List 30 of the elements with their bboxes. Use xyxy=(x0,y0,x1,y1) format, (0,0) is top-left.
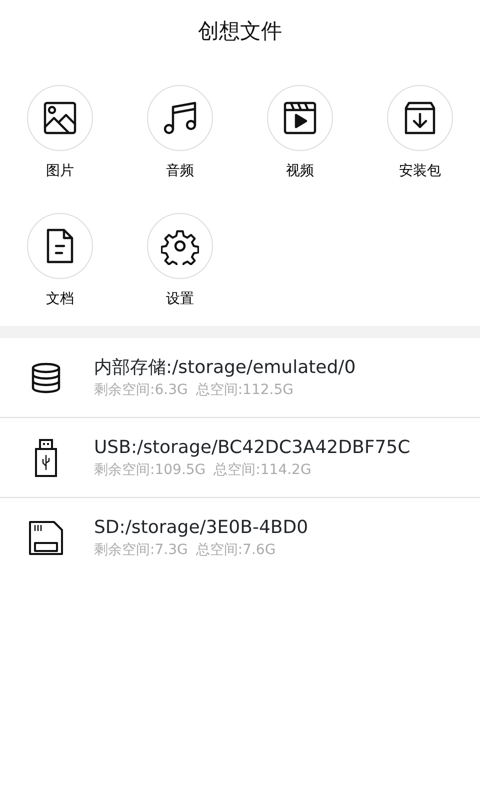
category-label[interactable]: 音频 xyxy=(166,162,194,180)
free-space: 剩余空间:7.3G xyxy=(94,541,188,559)
document-icon xyxy=(45,228,75,264)
total-space: 总空间:114.2G xyxy=(214,460,312,478)
document-button[interactable] xyxy=(27,212,93,278)
package-button[interactable] xyxy=(387,85,453,151)
image-icon xyxy=(43,101,77,135)
total-space: 总空间:112.5G xyxy=(196,380,294,398)
sd-card-icon xyxy=(28,520,64,556)
settings-button[interactable] xyxy=(147,212,213,278)
free-space: 剩余空间:6.3G xyxy=(94,380,188,398)
category-label[interactable]: 文档 xyxy=(46,290,74,308)
free-space: 剩余空间:109.5G xyxy=(94,460,206,478)
video-clapper-icon xyxy=(282,100,318,136)
video-button[interactable] xyxy=(267,85,333,151)
music-button[interactable] xyxy=(147,85,213,151)
storage-path: SD:/storage/3E0B-4BD0 xyxy=(94,517,308,539)
app-title: 创想文件 xyxy=(197,18,283,45)
category-label[interactable]: 安装包 xyxy=(399,162,441,180)
download-box-icon xyxy=(403,101,437,135)
storage-path: 内部存储:/storage/emulated/0 xyxy=(94,356,356,378)
category-label[interactable]: 视频 xyxy=(286,162,314,180)
usb-drive-icon xyxy=(34,438,58,478)
category-label[interactable]: 图片 xyxy=(46,162,74,180)
category-label[interactable]: 设置 xyxy=(166,290,194,308)
total-space: 总空间:7.6G xyxy=(196,541,276,559)
storage-path: USB:/storage/BC42DC3A42DBF75C xyxy=(94,436,410,458)
database-icon xyxy=(30,362,62,394)
music-note-icon xyxy=(162,100,198,136)
image-button[interactable] xyxy=(27,85,93,151)
